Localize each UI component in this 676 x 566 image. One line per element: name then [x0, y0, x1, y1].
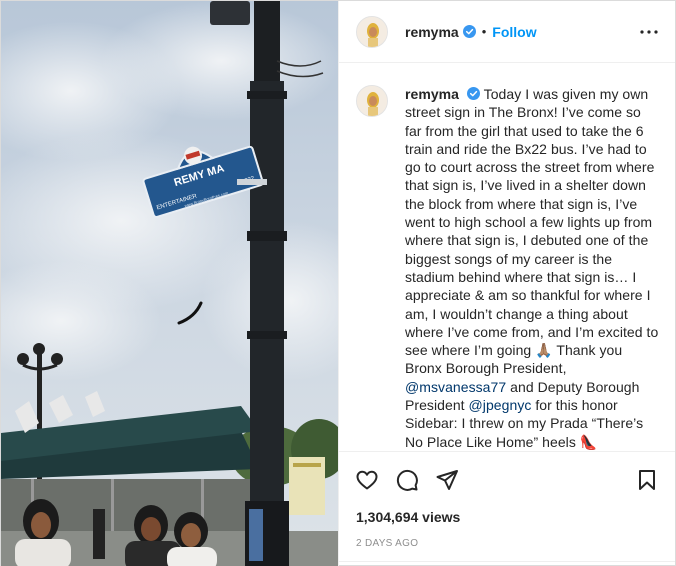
verified-badge-icon — [466, 87, 480, 100]
paper-plane-icon[interactable] — [427, 460, 467, 500]
caption-body-1: Today I was given my own street sign in … — [405, 86, 659, 377]
divider — [339, 561, 675, 566]
separator-dot: • — [481, 24, 487, 39]
caption-username[interactable]: remyma — [405, 86, 459, 102]
avatar[interactable] — [356, 15, 388, 48]
more-options-icon[interactable] — [637, 20, 661, 44]
instagram-post: REMY MA ENTERTAINER 2022 www.BronxBoroPr… — [0, 0, 676, 566]
view-count[interactable]: 1,304,694 views — [339, 507, 675, 527]
post-date[interactable]: 2 DAYS AGO — [339, 527, 675, 561]
caption-avatar[interactable] — [356, 85, 388, 117]
action-bar — [339, 451, 675, 507]
bookmark-icon[interactable] — [627, 460, 667, 500]
follow-button[interactable]: Follow — [492, 24, 536, 40]
caption-text: remyma Today I was given my own street s… — [405, 85, 659, 451]
avatar-image — [357, 86, 387, 116]
post-photo[interactable]: REMY MA ENTERTAINER 2022 www.BronxBoroPr… — [1, 1, 338, 566]
heart-icon[interactable] — [347, 460, 387, 500]
comment-bubble-icon[interactable] — [387, 460, 427, 500]
mention-link[interactable]: @msvanessa77 — [405, 379, 506, 395]
avatar-image — [357, 16, 387, 47]
mention-link[interactable]: @jpegnyc — [469, 397, 532, 413]
caption-section: remyma Today I was given my own street s… — [339, 63, 675, 451]
post-side-panel: remyma • Follow remyma Today I was given… — [338, 1, 675, 566]
username[interactable]: remyma — [405, 24, 459, 40]
verified-badge-icon — [462, 25, 476, 38]
post-header: remyma • Follow — [339, 1, 675, 63]
street-photo-illustration: REMY MA ENTERTAINER 2022 www.BronxBoroPr… — [1, 1, 338, 566]
